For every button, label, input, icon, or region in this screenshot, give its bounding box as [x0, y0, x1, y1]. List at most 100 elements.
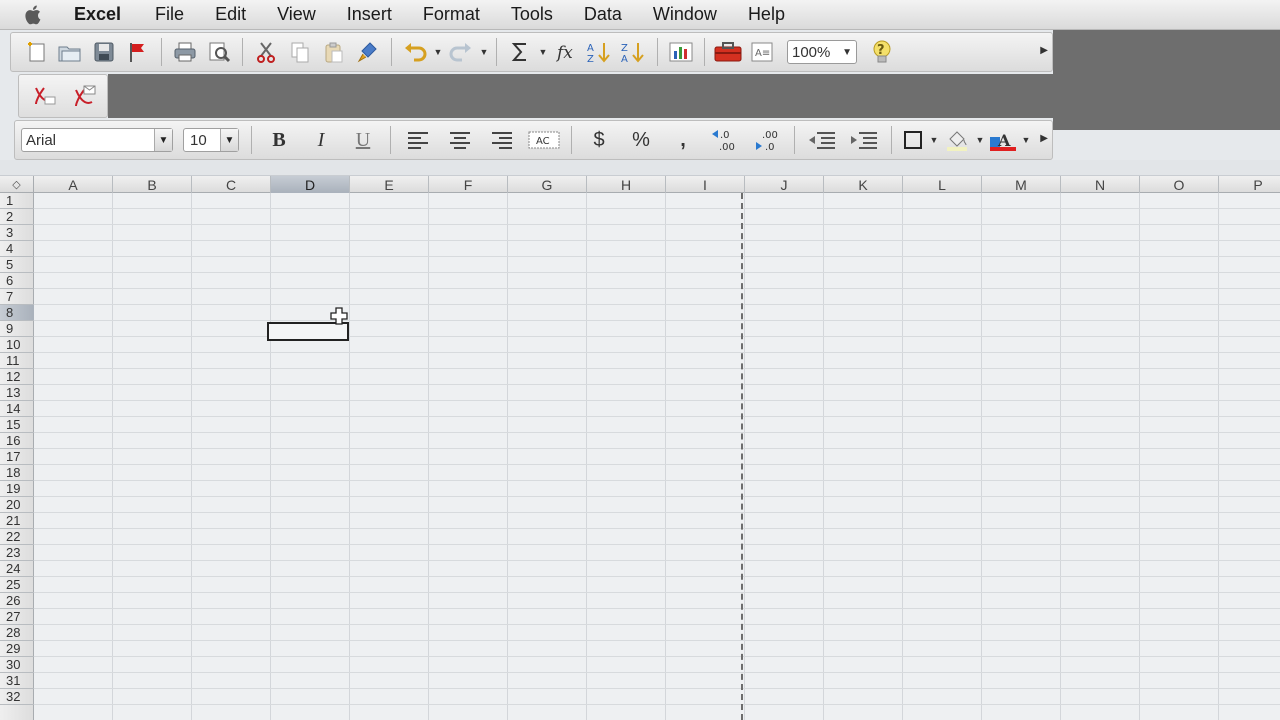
row-header-3[interactable]: 3 — [0, 225, 34, 241]
zoom-select[interactable]: 100% ▼ — [787, 40, 857, 64]
font-color-dropdown-icon[interactable]: ▼ — [1020, 135, 1032, 145]
chart-wizard-icon[interactable] — [664, 36, 698, 68]
menu-window[interactable]: Window — [653, 4, 717, 25]
zoom-dropdown-icon[interactable]: ▼ — [842, 47, 852, 58]
column-header-e[interactable]: E — [350, 176, 429, 193]
column-header-f[interactable]: F — [429, 176, 508, 193]
font-name-select[interactable]: Arial ▼ — [21, 128, 173, 152]
menu-tools[interactable]: Tools — [511, 4, 553, 25]
column-header-o[interactable]: O — [1140, 176, 1219, 193]
row-header-12[interactable]: 12 — [0, 369, 34, 385]
column-header-p[interactable]: P — [1219, 176, 1280, 193]
bold-button[interactable]: B — [258, 124, 300, 156]
row-header-10[interactable]: 10 — [0, 337, 34, 353]
row-header-31[interactable]: 31 — [0, 673, 34, 689]
column-header-m[interactable]: M — [982, 176, 1061, 193]
row-header-27[interactable]: 27 — [0, 609, 34, 625]
menu-app-excel[interactable]: Excel — [74, 4, 121, 25]
font-dropdown-icon[interactable]: ▼ — [154, 129, 172, 151]
row-header-23[interactable]: 23 — [0, 545, 34, 561]
print-icon[interactable] — [168, 36, 202, 68]
function-icon[interactable]: fx — [549, 36, 583, 68]
row-header-29[interactable]: 29 — [0, 641, 34, 657]
sort-ascending-icon[interactable]: AZ — [583, 36, 617, 68]
row-header-24[interactable]: 24 — [0, 561, 34, 577]
sort-descending-icon[interactable]: ZA — [617, 36, 651, 68]
print-preview-icon[interactable] — [202, 36, 236, 68]
toolbox-icon[interactable] — [711, 36, 745, 68]
create-pdf-icon[interactable] — [29, 83, 59, 109]
autosum-icon[interactable] — [503, 36, 537, 68]
column-header-d[interactable]: D — [271, 176, 350, 193]
row-header-18[interactable]: 18 — [0, 465, 34, 481]
row-header-2[interactable]: 2 — [0, 209, 34, 225]
fill-color-icon[interactable] — [940, 124, 974, 156]
row-header-25[interactable]: 25 — [0, 577, 34, 593]
increase-decimal-icon[interactable]: .0.00 — [704, 124, 746, 156]
row-header-7[interactable]: 7 — [0, 289, 34, 305]
comma-button[interactable]: , — [662, 124, 704, 156]
column-header-j[interactable]: J — [745, 176, 824, 193]
column-header-k[interactable]: K — [824, 176, 903, 193]
menu-insert[interactable]: Insert — [347, 4, 392, 25]
column-header-b[interactable]: B — [113, 176, 192, 193]
copy-icon[interactable] — [283, 36, 317, 68]
format-toolbar-overflow-icon[interactable]: ▶ — [1040, 133, 1048, 144]
row-header-9[interactable]: 9 — [0, 321, 34, 337]
help-icon[interactable]: ? — [865, 36, 899, 68]
autosum-dropdown-icon[interactable]: ▼ — [537, 47, 549, 57]
align-center-icon[interactable] — [439, 124, 481, 156]
percent-button[interactable]: % — [620, 124, 662, 156]
row-header-16[interactable]: 16 — [0, 433, 34, 449]
open-icon[interactable] — [53, 36, 87, 68]
row-header-32[interactable]: 32 — [0, 689, 34, 705]
borders-dropdown-icon[interactable]: ▼ — [928, 135, 940, 145]
save-icon[interactable] — [87, 36, 121, 68]
align-right-icon[interactable] — [481, 124, 523, 156]
font-size-select[interactable]: 10 ▼ — [183, 128, 239, 152]
new-workbook-icon[interactable] — [19, 36, 53, 68]
row-header-28[interactable]: 28 — [0, 625, 34, 641]
row-header-26[interactable]: 26 — [0, 593, 34, 609]
row-header-4[interactable]: 4 — [0, 241, 34, 257]
row-header-15[interactable]: 15 — [0, 417, 34, 433]
column-header-a[interactable]: A — [34, 176, 113, 193]
cut-icon[interactable] — [249, 36, 283, 68]
paste-icon[interactable] — [317, 36, 351, 68]
column-header-h[interactable]: H — [587, 176, 666, 193]
menu-help[interactable]: Help — [748, 4, 785, 25]
email-pdf-icon[interactable] — [69, 83, 99, 109]
row-header-20[interactable]: 20 — [0, 497, 34, 513]
currency-button[interactable]: $ — [578, 124, 620, 156]
menu-file[interactable]: File — [155, 4, 184, 25]
column-header-g[interactable]: G — [508, 176, 587, 193]
row-header-17[interactable]: 17 — [0, 449, 34, 465]
row-header-6[interactable]: 6 — [0, 273, 34, 289]
row-header-11[interactable]: 11 — [0, 353, 34, 369]
row-header-19[interactable]: 19 — [0, 481, 34, 497]
row-header-1[interactable]: 1 — [0, 193, 34, 209]
menu-format[interactable]: Format — [423, 4, 480, 25]
align-left-icon[interactable] — [397, 124, 439, 156]
column-header-n[interactable]: N — [1061, 176, 1140, 193]
cell-grid[interactable] — [34, 193, 1280, 720]
gallery-icon[interactable]: A≡ — [745, 36, 779, 68]
menu-data[interactable]: Data — [584, 4, 622, 25]
row-header-13[interactable]: 13 — [0, 385, 34, 401]
toolbar-overflow-icon[interactable]: ▶ — [1040, 45, 1048, 56]
decrease-decimal-icon[interactable]: .00.0 — [746, 124, 788, 156]
column-header-c[interactable]: C — [192, 176, 271, 193]
decrease-indent-icon[interactable] — [801, 124, 843, 156]
row-header-22[interactable]: 22 — [0, 529, 34, 545]
font-size-dropdown-icon[interactable]: ▼ — [220, 129, 238, 151]
font-color-icon[interactable]: A — [986, 124, 1020, 156]
row-header-5[interactable]: 5 — [0, 257, 34, 273]
undo-dropdown-icon[interactable]: ▼ — [432, 47, 444, 57]
menu-edit[interactable]: Edit — [215, 4, 246, 25]
column-header-i[interactable]: I — [666, 176, 745, 193]
row-header-21[interactable]: 21 — [0, 513, 34, 529]
flag-icon[interactable] — [121, 36, 155, 68]
fill-color-dropdown-icon[interactable]: ▼ — [974, 135, 986, 145]
row-header-8[interactable]: 8 — [0, 305, 34, 321]
menu-view[interactable]: View — [277, 4, 316, 25]
